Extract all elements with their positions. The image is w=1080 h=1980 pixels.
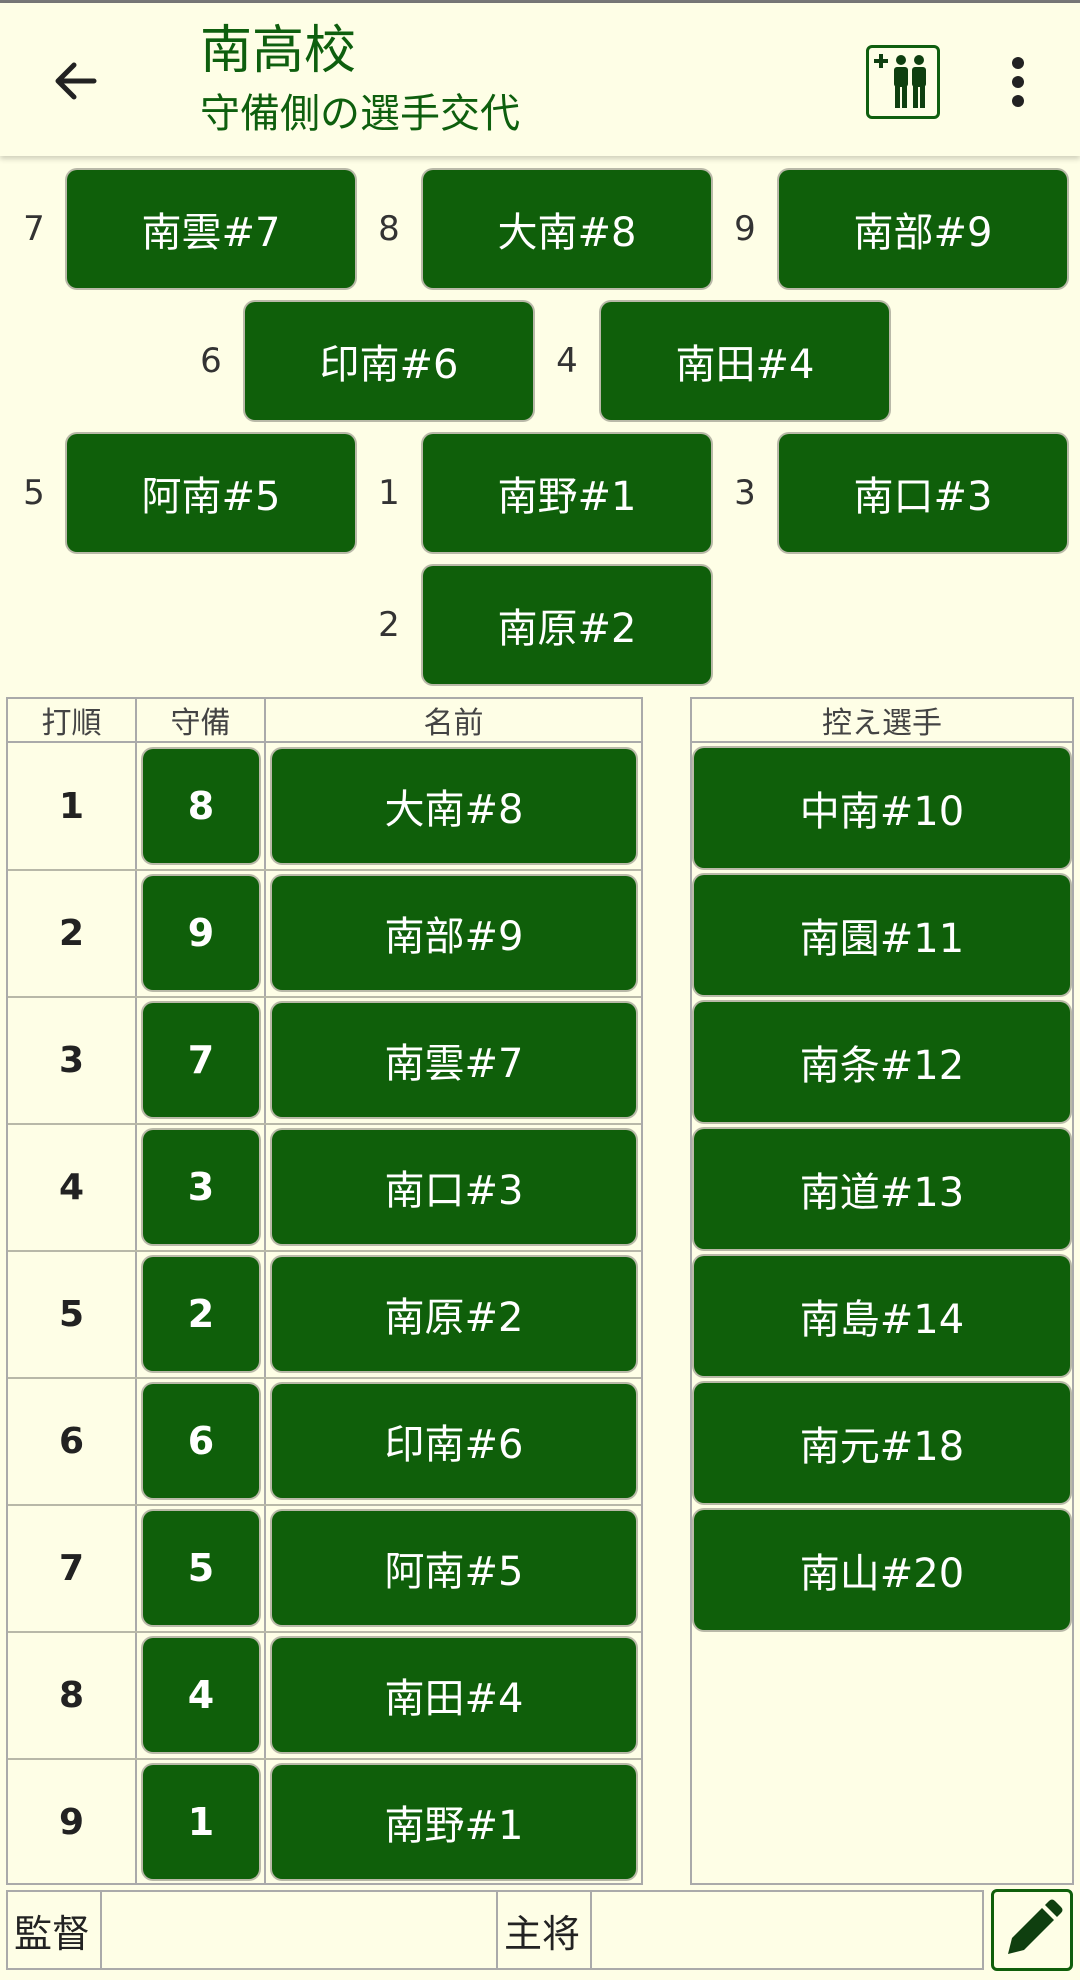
manager-label: 監督 [14,1911,91,1956]
position-button[interactable]: 3 [143,1130,259,1244]
position-button[interactable]: 1 [143,1765,259,1879]
bench-player-button[interactable]: 南道#13 [694,1129,1070,1249]
captain-field[interactable] [592,1892,982,1968]
field-player-button[interactable]: 大南#8 [423,170,711,288]
batting-order: 2 [58,912,85,954]
position-button[interactable]: 8 [143,749,259,863]
bench-player-button[interactable]: 南島#14 [694,1256,1070,1376]
field-position-number: 8 [378,209,400,249]
player-name-button[interactable]: 南口#3 [272,1130,636,1244]
field-position-number: 9 [734,209,756,249]
player-name-button[interactable]: 南雲#7 [272,1003,636,1117]
field-position-number: 4 [556,341,578,381]
position-button[interactable]: 2 [143,1257,259,1371]
field-position-number: 7 [23,209,45,249]
player-name-button[interactable]: 南田#4 [272,1638,636,1752]
batting-order: 8 [58,1674,85,1716]
player-name-button[interactable]: 阿南#5 [272,1511,636,1625]
field-position-number: 2 [378,605,400,645]
bench-player-button[interactable]: 南条#12 [694,1002,1070,1122]
back-arrow-icon[interactable] [48,53,104,109]
bench-player-button[interactable]: 南山#20 [694,1510,1070,1630]
page-subtitle: 守備側の選手交代 [200,91,520,137]
field-player-button[interactable]: 南口#3 [779,434,1067,552]
page-title: 南高校 [200,21,357,81]
position-button[interactable]: 7 [143,1003,259,1117]
batting-order: 6 [58,1420,85,1462]
position-button[interactable]: 6 [143,1384,259,1498]
app-bar: 南高校 守備側の選手交代 [0,3,1080,156]
edit-pencil-icon[interactable] [991,1889,1073,1971]
field-position-number: 3 [734,473,756,513]
player-name-button[interactable]: 南原#2 [272,1257,636,1371]
bench-player-button[interactable]: 南園#11 [694,875,1070,995]
batting-order: 9 [58,1801,85,1843]
field-player-button[interactable]: 南雲#7 [67,170,355,288]
player-name-button[interactable]: 大南#8 [272,749,636,863]
bench-player-button[interactable]: 南元#18 [694,1383,1070,1503]
field-player-button[interactable]: 南田#4 [601,302,889,420]
column-divider [496,1892,498,1968]
field-player-button[interactable]: 南部#9 [779,170,1067,288]
field-position-number: 1 [378,473,400,513]
field-player-button[interactable]: 印南#6 [245,302,533,420]
bench-player-button[interactable]: 中南#10 [694,748,1070,868]
bench-table: 控え選手 中南#10 南園#11 南条#12 南道#13 南島#14 南元#18… [690,697,1074,1885]
name-header: 名前 [266,699,641,743]
player-name-button[interactable]: 印南#6 [272,1384,636,1498]
more-vertical-icon[interactable] [1002,55,1036,109]
column-divider [264,699,266,1883]
field-position-number: 5 [23,473,45,513]
batting-order: 7 [58,1547,85,1589]
position-header: 守備 [137,699,264,743]
staff-footer: 監督 主将 [6,1890,984,1970]
order-header: 打順 [8,699,135,743]
batting-order: 1 [58,785,85,827]
field-player-button[interactable]: 阿南#5 [67,434,355,552]
field-player-button[interactable]: 南原#2 [423,566,711,684]
field-position-number: 6 [200,341,222,381]
captain-label: 主将 [504,1911,581,1956]
batting-order: 4 [58,1166,85,1208]
add-player-icon[interactable] [866,45,940,119]
column-divider [135,699,137,1883]
player-name-button[interactable]: 南野#1 [272,1765,636,1879]
manager-field[interactable] [102,1892,500,1968]
player-name-button[interactable]: 南部#9 [272,876,636,990]
batting-order: 3 [58,1039,85,1081]
position-button[interactable]: 9 [143,876,259,990]
batting-order: 5 [58,1293,85,1335]
field-player-button[interactable]: 南野#1 [423,434,711,552]
position-button[interactable]: 4 [143,1638,259,1752]
bench-header: 控え選手 [692,699,1072,743]
lineup-table: 打順 守備 名前 1 8 大南#8 2 9 南部#9 3 7 南雲#7 4 3 … [6,697,643,1885]
position-button[interactable]: 5 [143,1511,259,1625]
